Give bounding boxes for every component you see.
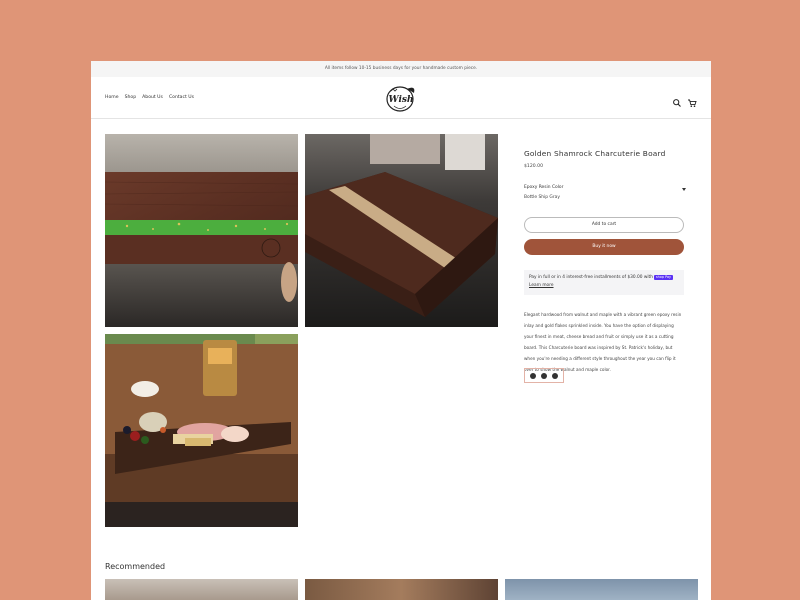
nav-about-us[interactable]: About Us <box>142 95 163 100</box>
recommended-product-1[interactable] <box>105 579 298 600</box>
nav-contact-us[interactable]: Contact Us <box>169 95 194 100</box>
product-title: Golden Shamrock Charcuterie Board <box>524 149 666 158</box>
store-logo[interactable]: Wish <box>383 81 419 115</box>
logo-wordmark: Wish <box>389 95 414 105</box>
option-select[interactable]: Bottle Ship Gray <box>524 195 560 200</box>
recommended-product-2[interactable] <box>305 579 498 600</box>
product-description: Elegant hardwood from walnut and maple w… <box>524 312 682 372</box>
product-photo-side[interactable] <box>305 134 498 327</box>
buy-now-button[interactable]: Buy it now <box>524 239 684 255</box>
learn-more-link[interactable]: Learn more <box>529 283 554 288</box>
site-header: Home Shop About Us Contact Us Wish <box>91 77 711 119</box>
shop-pay-logo: shop Pay <box>654 274 673 280</box>
product-page: All items follow 10-15 business days for… <box>91 61 711 600</box>
installments-text: Pay in full or in 4 interest-free instal… <box>529 275 653 280</box>
recommended-product-3[interactable] <box>505 579 698 600</box>
product-photo-served[interactable] <box>105 334 298 527</box>
pinterest-icon[interactable] <box>529 372 536 379</box>
share-buttons <box>524 368 564 383</box>
nav-shop[interactable]: Shop <box>125 95 137 100</box>
main-nav: Home Shop About Us Contact Us <box>105 95 194 100</box>
facebook-icon[interactable] <box>552 372 559 379</box>
cart-icon[interactable] <box>687 93 697 107</box>
recommended-heading: Recommended <box>105 562 166 571</box>
announcement-bar: All items follow 10-15 business days for… <box>91 61 711 77</box>
chevron-down-icon[interactable] <box>682 188 686 191</box>
option-label: Epoxy Resin Color <box>524 185 564 190</box>
nav-home[interactable]: Home <box>105 95 119 100</box>
twitter-icon[interactable] <box>540 372 547 379</box>
add-to-cart-button[interactable]: Add to cart <box>524 217 684 233</box>
product-price: $120.00 <box>524 164 543 169</box>
installments-banner: Pay in full or in 4 interest-free instal… <box>524 270 684 295</box>
product-photo-main[interactable] <box>105 134 298 327</box>
search-icon[interactable] <box>672 93 682 107</box>
product-info: Golden Shamrock Charcuterie Board $120.0… <box>524 149 686 383</box>
